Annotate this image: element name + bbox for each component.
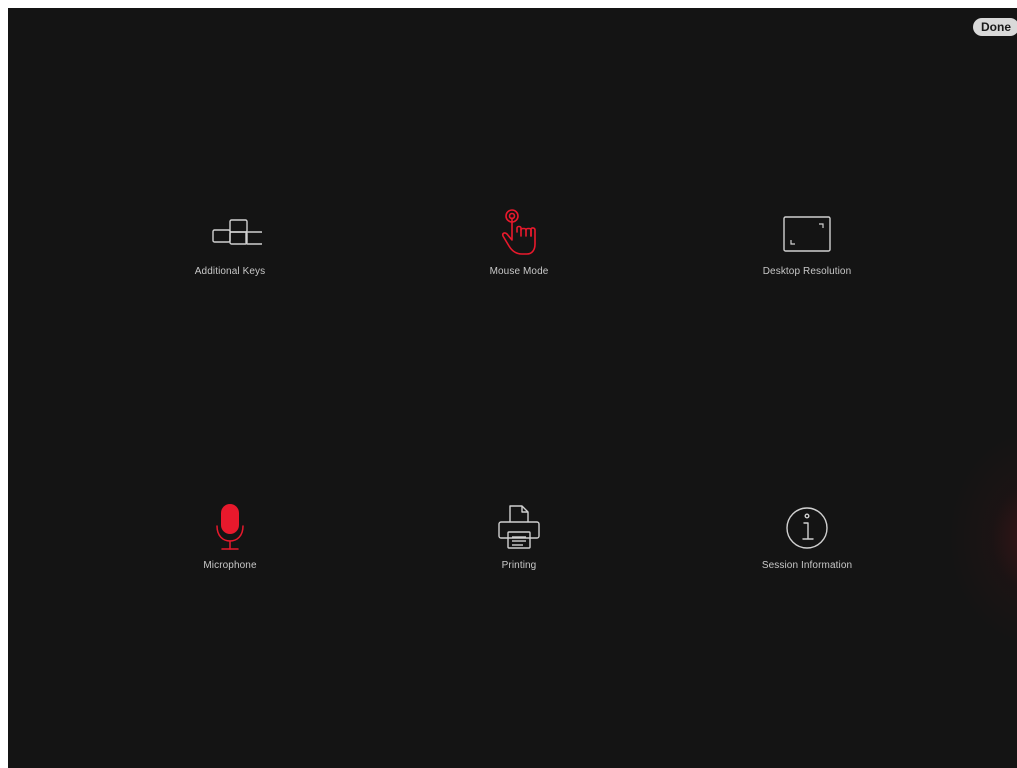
menu-item-mouse-mode[interactable]: Mouse Mode bbox=[419, 208, 619, 298]
menu-item-label: Additional Keys bbox=[194, 266, 266, 277]
remote-session-menu-screen: Done Additional Keys Mouse Mode Desktop … bbox=[8, 8, 1017, 768]
info-icon bbox=[775, 502, 839, 554]
menu-item-label: Session Information bbox=[761, 560, 853, 571]
menu-item-label: Microphone bbox=[203, 560, 257, 571]
menu-item-desktop-resolution[interactable]: Desktop Resolution bbox=[707, 208, 907, 298]
done-button[interactable]: Done bbox=[973, 18, 1017, 36]
touch-hand-icon bbox=[487, 208, 551, 260]
menu-item-label: Desktop Resolution bbox=[762, 266, 852, 277]
menu-item-label: Printing bbox=[501, 560, 537, 571]
menu-item-printing[interactable]: Printing bbox=[419, 502, 619, 592]
menu-item-microphone[interactable]: Microphone bbox=[130, 502, 330, 592]
menu-item-session-information[interactable]: Session Information bbox=[707, 502, 907, 592]
printer-icon bbox=[487, 502, 551, 554]
edge-glow-decoration bbox=[947, 428, 1017, 648]
microphone-icon bbox=[198, 502, 262, 554]
menu-item-label: Mouse Mode bbox=[489, 266, 549, 277]
resolution-frame-icon bbox=[775, 208, 839, 260]
menu-item-additional-keys[interactable]: Additional Keys bbox=[130, 208, 330, 298]
keyboard-keys-icon bbox=[198, 208, 262, 260]
